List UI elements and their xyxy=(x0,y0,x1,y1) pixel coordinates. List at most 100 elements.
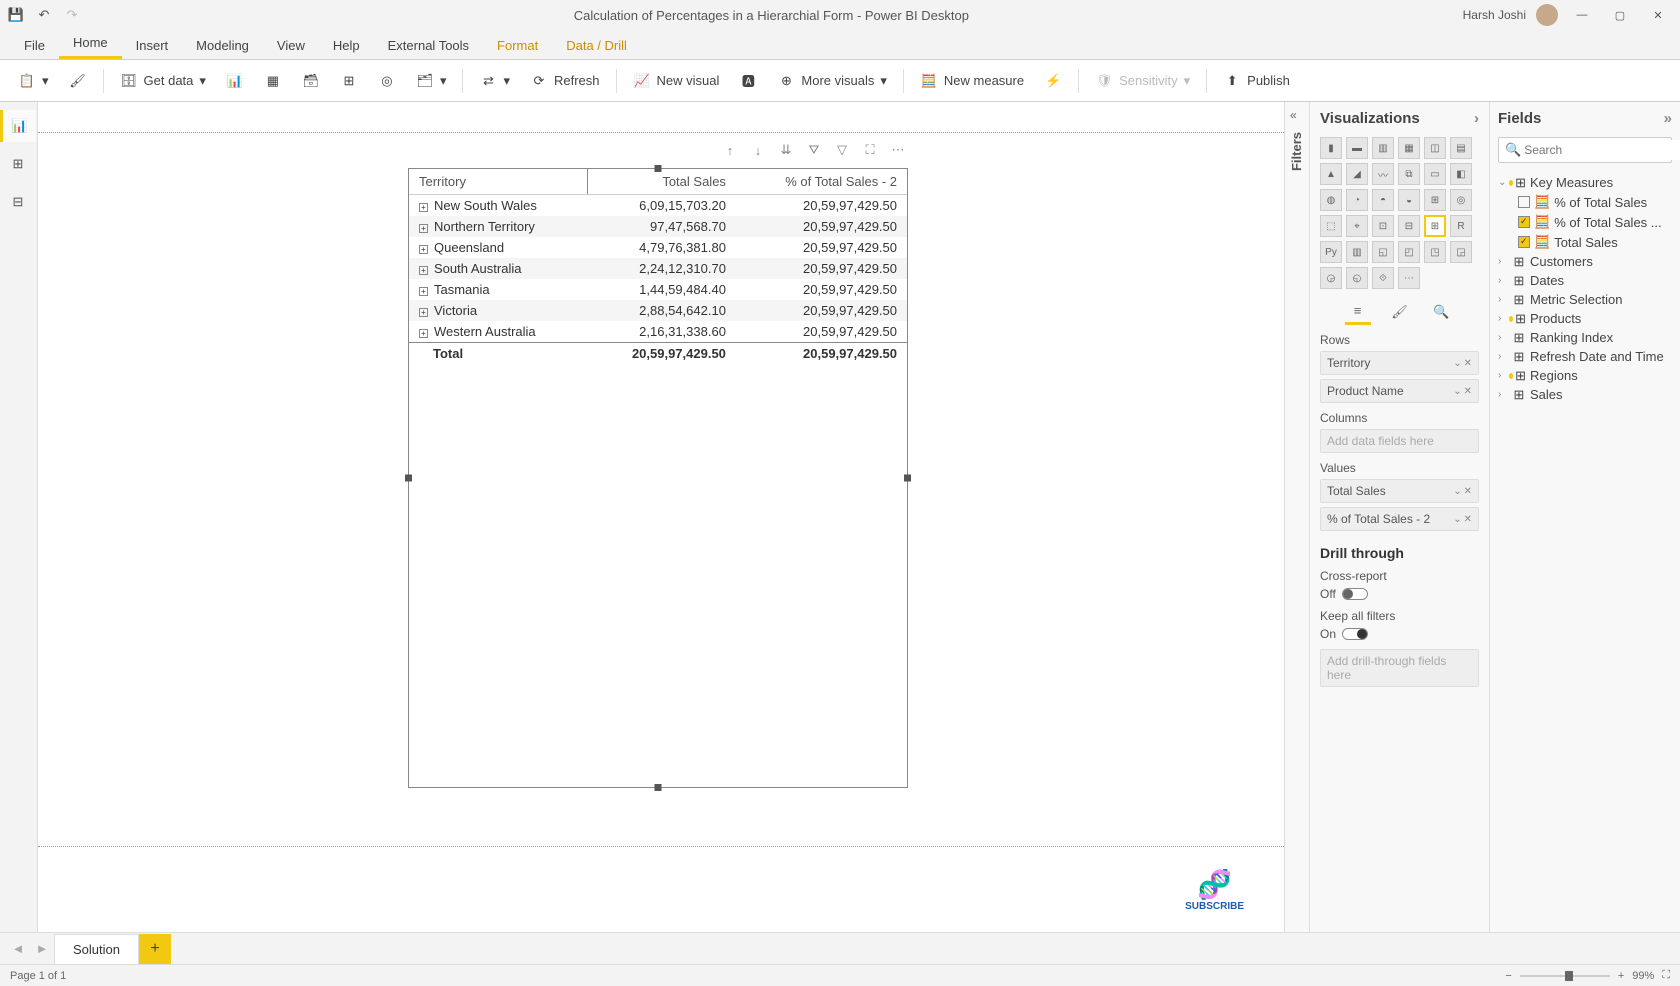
viz-type-icon[interactable]: ◎ xyxy=(1450,189,1472,211)
row-well-territory[interactable]: Territory⌄✕ xyxy=(1320,351,1479,375)
col-header-pct[interactable]: % of Total Sales - 2 xyxy=(736,169,907,195)
zoom-out-icon[interactable]: − xyxy=(1505,970,1511,982)
chevron-down-icon[interactable]: ⌄ xyxy=(1453,386,1461,397)
report-view-icon[interactable]: 📊 xyxy=(0,110,36,142)
viz-type-icon[interactable]: ◶ xyxy=(1320,267,1342,289)
expand-filters-icon[interactable]: « xyxy=(1290,108,1297,122)
fit-page-icon[interactable]: ⛶ xyxy=(1662,969,1670,982)
checkbox[interactable] xyxy=(1518,236,1530,248)
viz-type-icon[interactable]: ◳ xyxy=(1424,241,1446,263)
table-row[interactable]: +Victoria2,88,54,642.1020,59,97,429.50 xyxy=(409,300,907,321)
expand-icon[interactable]: + xyxy=(419,266,428,275)
drill-down-icon[interactable]: ↓ xyxy=(749,141,767,159)
viz-type-icon[interactable]: ⊞ xyxy=(1424,189,1446,211)
menu-modeling[interactable]: Modeling xyxy=(182,32,263,59)
more-visuals-button[interactable]: ⊕More visuals ▾ xyxy=(769,68,895,94)
avatar[interactable] xyxy=(1536,4,1558,26)
value-well-total-sales[interactable]: Total Sales⌄✕ xyxy=(1320,479,1479,503)
enter-data-icon[interactable]: ⊞ xyxy=(332,68,366,94)
table-row[interactable]: +Northern Territory97,47,568.7020,59,97,… xyxy=(409,216,907,237)
maximize-icon[interactable]: ▢ xyxy=(1606,1,1634,29)
menu-help[interactable]: Help xyxy=(319,32,374,59)
viz-type-icon[interactable]: ▮ xyxy=(1320,137,1342,159)
expand-icon[interactable]: + xyxy=(419,224,428,233)
field--of-total-sales[interactable]: 🧮% of Total Sales xyxy=(1498,192,1672,212)
remove-icon[interactable]: ✕ xyxy=(1464,514,1472,525)
viz-type-icon[interactable]: ⊟ xyxy=(1398,215,1420,237)
paste-button[interactable]: 📋▾ xyxy=(10,68,57,94)
viz-type-icon[interactable]: ▬ xyxy=(1346,137,1368,159)
checkbox[interactable] xyxy=(1518,216,1530,228)
dataverse-icon[interactable]: ◎ xyxy=(370,68,404,94)
get-data-button[interactable]: 🗄Get data ▾ xyxy=(112,68,214,94)
prev-page-icon[interactable]: ◄ xyxy=(6,937,30,961)
resize-handle-w[interactable] xyxy=(405,475,412,482)
table-products[interactable]: ›⊞Products xyxy=(1498,309,1672,328)
publish-button[interactable]: ⬆Publish xyxy=(1215,68,1298,94)
new-measure-button[interactable]: 🧮New measure xyxy=(912,68,1032,94)
columns-well-empty[interactable]: Add data fields here xyxy=(1320,429,1479,453)
table-ranking-index[interactable]: ›⊞Ranking Index xyxy=(1498,328,1672,347)
viz-type-icon[interactable]: ▥ xyxy=(1346,241,1368,263)
model-view-icon[interactable]: ⊟ xyxy=(0,186,36,218)
viz-type-icon[interactable]: ◢ xyxy=(1346,163,1368,185)
expand-icon[interactable]: + xyxy=(419,308,428,317)
data-view-icon[interactable]: ⊞ xyxy=(0,148,36,180)
fields-search[interactable]: 🔍 xyxy=(1498,137,1672,163)
drill-through-well[interactable]: Add drill-through fields here xyxy=(1320,649,1479,687)
viz-type-icon[interactable]: ◫ xyxy=(1424,137,1446,159)
viz-type-icon[interactable]: ◵ xyxy=(1346,267,1368,289)
format-tab-icon[interactable]: 🖌 xyxy=(1387,299,1413,325)
report-canvas[interactable]: ↑ ↓ ⇊ ⛛ ▽ ⛶ ⋯ Territory Total Sales % of… xyxy=(38,102,1284,932)
focus-mode-icon[interactable]: ⛶ xyxy=(861,141,879,159)
menu-home[interactable]: Home xyxy=(59,29,122,59)
row-well-product[interactable]: Product Name⌄✕ xyxy=(1320,379,1479,403)
viz-type-icon[interactable]: ◲ xyxy=(1450,241,1472,263)
collapse-viz-icon[interactable]: › xyxy=(1474,110,1479,127)
table-row[interactable]: +Tasmania1,44,59,484.4020,59,97,429.50 xyxy=(409,279,907,300)
viz-type-icon[interactable]: ◍ xyxy=(1320,189,1342,211)
page-tab-solution[interactable]: Solution xyxy=(54,934,139,964)
drill-up-icon[interactable]: ↑ xyxy=(721,141,739,159)
close-icon[interactable]: ✕ xyxy=(1644,1,1672,29)
viz-type-icon[interactable]: ▭ xyxy=(1424,163,1446,185)
viz-type-icon[interactable]: ◱ xyxy=(1372,241,1394,263)
menu-file[interactable]: File xyxy=(10,32,59,59)
viz-type-icon[interactable]: ◔ xyxy=(1346,189,1368,211)
viz-type-icon[interactable]: R xyxy=(1450,215,1472,237)
hierarchy-icon[interactable]: ⛛ xyxy=(805,141,823,159)
chevron-down-icon[interactable]: ⌄ xyxy=(1453,486,1461,497)
viz-type-icon[interactable]: 〰 xyxy=(1372,163,1394,185)
menu-format[interactable]: Format xyxy=(483,32,552,59)
expand-all-icon[interactable]: ⇊ xyxy=(777,141,795,159)
viz-type-icon[interactable]: ⋯ xyxy=(1398,267,1420,289)
table-dates[interactable]: ›⊞Dates xyxy=(1498,271,1672,290)
menu-data-drill[interactable]: Data / Drill xyxy=(552,32,641,59)
sql-server-icon[interactable]: 🗃 xyxy=(294,68,328,94)
viz-type-icon[interactable]: ◧ xyxy=(1450,163,1472,185)
remove-icon[interactable]: ✕ xyxy=(1464,386,1472,397)
viz-type-icon[interactable]: ⧉ xyxy=(1398,163,1420,185)
chevron-down-icon[interactable]: ⌄ xyxy=(1453,514,1461,525)
excel-source-icon[interactable]: 📊 xyxy=(218,68,252,94)
user-name[interactable]: Harsh Joshi xyxy=(1463,8,1526,22)
more-options-icon[interactable]: ⋯ xyxy=(889,141,907,159)
filters-pane-collapsed[interactable]: « Filters xyxy=(1284,102,1310,932)
value-well-pct[interactable]: % of Total Sales - 2⌄✕ xyxy=(1320,507,1479,531)
save-icon[interactable]: 💾 xyxy=(8,7,24,23)
table-row[interactable]: +Western Australia2,16,31,338.6020,59,97… xyxy=(409,321,907,343)
remove-icon[interactable]: ✕ xyxy=(1464,486,1472,497)
table-customers[interactable]: ›⊞Customers xyxy=(1498,252,1672,271)
expand-icon[interactable]: + xyxy=(419,203,428,212)
pbi-dataset-icon[interactable]: ▦ xyxy=(256,68,290,94)
resize-handle-n[interactable] xyxy=(655,165,662,172)
zoom-slider[interactable] xyxy=(1520,975,1610,977)
add-page-button[interactable]: + xyxy=(139,934,171,964)
table-sales[interactable]: ›⊞Sales xyxy=(1498,385,1672,404)
viz-type-icon[interactable]: Py xyxy=(1320,241,1342,263)
next-page-icon[interactable]: ► xyxy=(30,937,54,961)
refresh-button[interactable]: ⟳Refresh xyxy=(522,68,608,94)
field--of-total-sales-[interactable]: 🧮% of Total Sales ... xyxy=(1498,212,1672,232)
table-row[interactable]: +Queensland4,79,76,381.8020,59,97,429.50 xyxy=(409,237,907,258)
viz-type-icon[interactable]: ⊞ xyxy=(1424,215,1446,237)
